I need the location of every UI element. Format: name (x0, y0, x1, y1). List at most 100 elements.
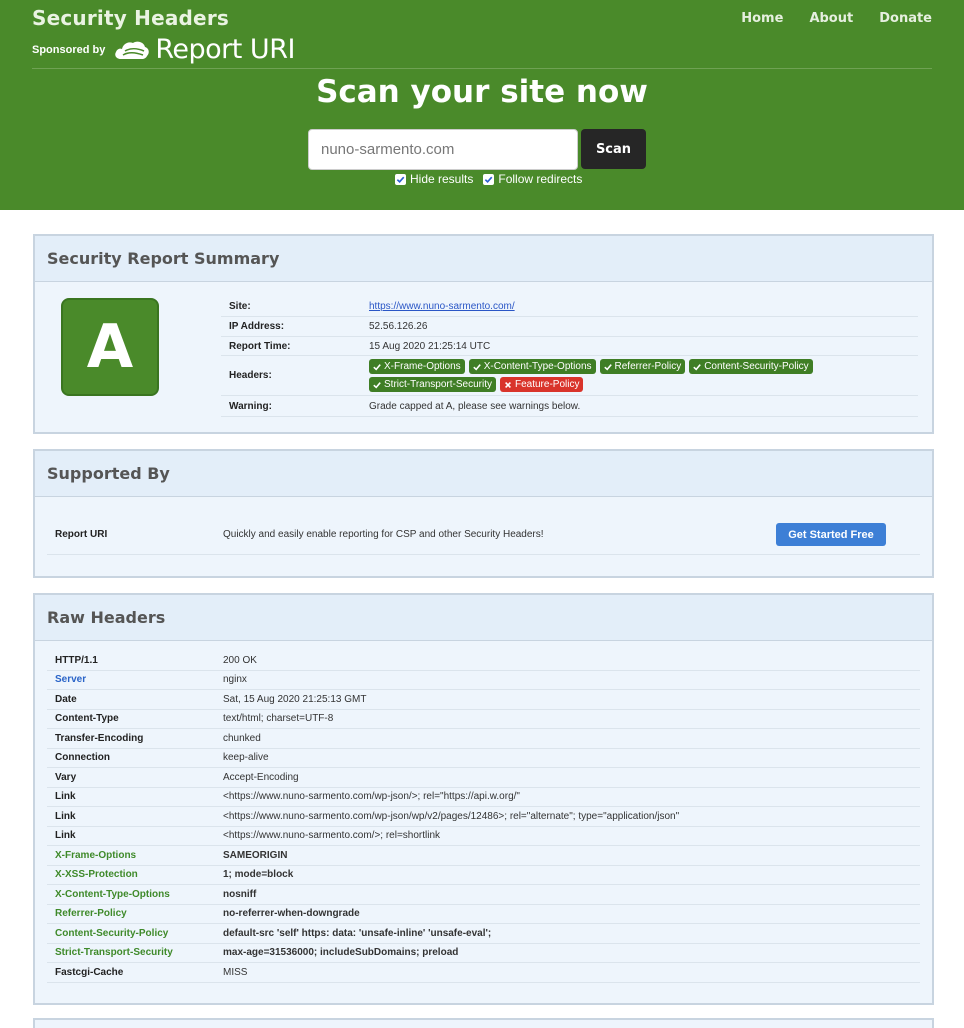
raw-header-name: Link (55, 830, 76, 842)
raw-header-name: Date (55, 693, 77, 705)
raw-header-value: <https://www.nuno-sarmento.com/>; rel=sh… (223, 830, 441, 842)
nav-about[interactable]: About (809, 11, 853, 26)
raw-headers-table: HTTP/1.1 200 OK Server nginx Date Sat, 15 Aug… (47, 651, 920, 983)
main-nav: Home About Donate (741, 11, 932, 26)
raw-header-name: Link (55, 791, 76, 803)
warning-label: Warning: (229, 400, 272, 412)
hide-results-label: Hide results (410, 172, 474, 186)
follow-redirects-checkbox[interactable] (483, 173, 495, 185)
report-time-value: 15 Aug 2020 21:25:14 UTC (369, 340, 491, 352)
supported-heading: Supported By (47, 464, 170, 483)
raw-header-row: Connection keep-alive (47, 749, 920, 768)
headers-label: Headers: (229, 370, 272, 381)
summary-row-warning: Warning: Grade capped at A, please see w… (221, 396, 918, 417)
scan-form: Scan (308, 129, 646, 170)
summary-heading: Security Report Summary (47, 249, 280, 268)
brand-title[interactable]: Security Headers (32, 6, 295, 30)
summary-row-ip: IP Address: 52.56.126.26 (221, 317, 918, 337)
check-icon (472, 363, 481, 371)
hide-results-option[interactable]: Hide results (395, 172, 473, 186)
raw-header-row: Strict-Transport-Security max-age=3153600… (47, 944, 920, 963)
check-icon (603, 363, 612, 371)
tag-x-frame-options: X-Frame-Options (369, 359, 465, 374)
raw-header-name[interactable]: X-Content-Type-Options (47, 889, 223, 900)
summary-panel: Security Report Summary A Site: https://… (33, 234, 934, 434)
header-divider (32, 68, 932, 69)
raw-header-row: Server nginx (47, 671, 920, 690)
raw-header-value: no-referrer-when-downgrade (223, 908, 360, 920)
raw-header-row: X-Content-Type-Options nosniff (47, 885, 920, 905)
raw-header-value: text/html; charset=UTF-8 (223, 713, 334, 725)
summary-row-time: Report Time: 15 Aug 2020 21:25:14 UTC (221, 337, 918, 356)
warning-value: Grade capped at A, please see warnings b… (369, 400, 581, 412)
report-uri-wordmark: Report URI (155, 34, 295, 65)
next-panel-edge (33, 1018, 934, 1028)
raw-header-name: Link (55, 810, 76, 822)
supported-panel-header: Supported By (35, 451, 932, 497)
raw-header-value: SAMEORIGIN (223, 849, 288, 861)
raw-header-row: Link <https://www.nuno-sarmento.com/>; re… (47, 827, 920, 846)
check-icon (693, 363, 702, 371)
ip-value: 52.56.126.26 (369, 321, 428, 332)
raw-header-name[interactable]: Content-Security-Policy (47, 928, 223, 939)
supporter-description: Quickly and easily enable reporting for … (223, 529, 544, 540)
check-icon (396, 176, 405, 183)
raw-header-value: <https://www.nuno-sarmento.com/wp-json/>… (223, 791, 520, 803)
summary-table: Site: https://www.nuno-sarmento.com/ IP … (221, 297, 918, 417)
header-tags: X-Frame-Options X-Content-Type-Options R… (369, 359, 839, 392)
supporter-name: Report URI (55, 529, 108, 540)
raw-header-row: Referrer-Policy no-referrer-when-downgrad… (47, 905, 920, 924)
raw-header-value: Sat, 15 Aug 2020 21:25:13 GMT (223, 693, 367, 705)
check-icon (373, 381, 381, 389)
ip-label: IP Address: (229, 321, 285, 332)
raw-header-name[interactable]: Server (47, 674, 223, 685)
get-started-button[interactable]: Get Started Free (776, 523, 886, 546)
nav-donate[interactable]: Donate (879, 11, 932, 26)
summary-panel-header: Security Report Summary (35, 236, 932, 282)
scan-options: Hide results Follow redirects (395, 172, 582, 186)
report-time-label: Report Time: (229, 340, 291, 352)
raw-header-value: 1; mode=block (223, 869, 294, 881)
raw-header-row: Fastcgi-Cache MISS (47, 963, 920, 983)
grade-badge: A (61, 298, 159, 396)
raw-header-row: Date Sat, 15 Aug 2020 21:25:13 GMT (47, 690, 920, 710)
site-label: Site: (229, 301, 251, 312)
raw-header-row: X-Frame-Options SAMEORIGIN (47, 846, 920, 866)
raw-header-value: chunked (223, 732, 261, 744)
summary-row-site: Site: https://www.nuno-sarmento.com/ (221, 297, 918, 317)
raw-header-row: Vary Accept-Encoding (47, 768, 920, 788)
scan-button[interactable]: Scan (581, 129, 646, 169)
supported-row: Report URI Quickly and easily enable rep… (47, 515, 920, 555)
scan-title: Scan your site now (316, 74, 648, 110)
summary-row-headers: Headers: X-Frame-Options X-Content-Type-… (221, 356, 918, 396)
hide-results-checkbox[interactable] (395, 173, 406, 185)
raw-header-value: max-age=31536000; includeSubDomains; pre… (223, 947, 459, 959)
raw-headers-heading: Raw Headers (47, 608, 166, 627)
raw-header-name: HTTP/1.1 (55, 654, 98, 666)
raw-header-name: Vary (55, 771, 77, 783)
raw-header-value: nosniff (223, 888, 257, 900)
nav-home[interactable]: Home (741, 11, 783, 26)
tag-feature-policy: Feature-Policy (499, 377, 584, 392)
raw-header-name[interactable]: Referrer-Policy (47, 908, 223, 919)
check-icon (373, 363, 381, 371)
follow-redirects-option[interactable]: Follow redirects (483, 172, 582, 186)
raw-header-value: MISS (223, 966, 248, 978)
raw-header-name[interactable]: X-Frame-Options (47, 850, 223, 861)
site-link[interactable]: https://www.nuno-sarmento.com/ (369, 301, 515, 312)
raw-header-name[interactable]: X-XSS-Protection (47, 869, 223, 880)
raw-header-name[interactable]: Strict-Transport-Security (47, 947, 223, 958)
raw-header-value: <https://www.nuno-sarmento.com/wp-json/w… (223, 810, 680, 822)
raw-header-name: Transfer-Encoding (55, 732, 144, 744)
check-icon (485, 176, 493, 183)
raw-header-name: Content-Type (55, 713, 119, 725)
raw-header-row: HTTP/1.1 200 OK (47, 651, 920, 671)
brand[interactable]: Security Headers Sponsored by Report URI (32, 6, 295, 65)
raw-headers-panel-header: Raw Headers (35, 595, 932, 641)
raw-header-row: X-XSS-Protection 1; mode=block (47, 866, 920, 885)
scan-url-input[interactable] (308, 129, 578, 170)
report-uri-logo[interactable]: Report URI (113, 34, 295, 65)
raw-header-value: default-src 'self' https: data: 'unsafe-… (223, 927, 492, 939)
raw-header-value: keep-alive (223, 752, 269, 764)
cloud-icon (115, 41, 150, 59)
